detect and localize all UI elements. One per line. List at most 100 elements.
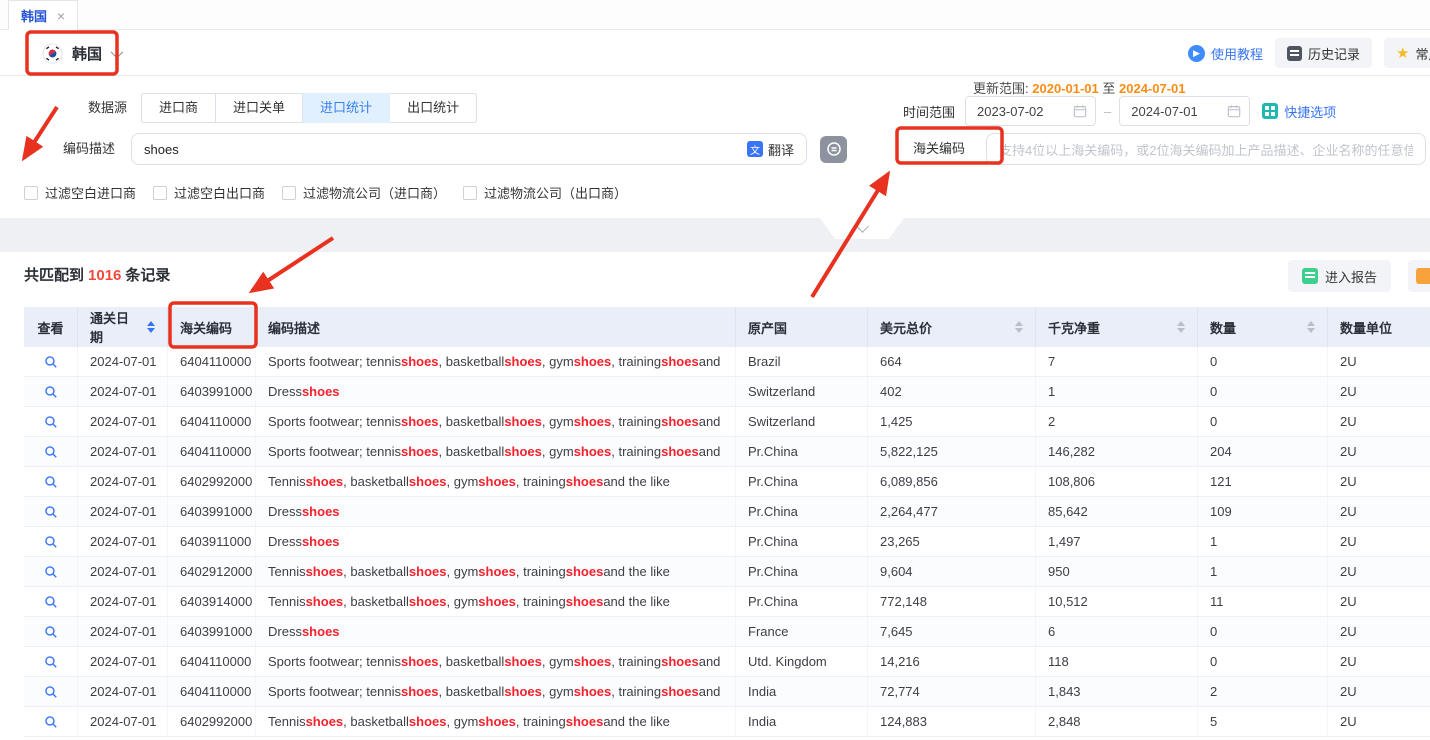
cell-hs-code: 6402992000 — [168, 467, 256, 496]
view-detail-button[interactable] — [44, 685, 58, 699]
panel-divider-band — [0, 218, 1430, 252]
cell-country: Pr.China — [736, 557, 868, 586]
cell-quantity-unit: 2U — [1328, 527, 1430, 556]
column-header-6[interactable]: 千克净重 — [1036, 307, 1198, 347]
cell-date: 2024-07-01 — [78, 377, 168, 406]
code-desc-value: shoes — [144, 142, 747, 157]
filter-panel: 数据源 进口商进口关单进口统计出口统计 更新范围: 2020-01-01 至 2… — [0, 76, 1430, 218]
highlighted-keyword: shoes — [504, 414, 542, 429]
view-detail-button[interactable] — [44, 535, 58, 549]
cell-net-weight: 1 — [1036, 377, 1198, 406]
highlighted-keyword: shoes — [504, 444, 542, 459]
favorites-button[interactable]: ★ 常用条 — [1384, 38, 1430, 68]
highlighted-keyword: shoes — [409, 474, 447, 489]
highlighted-keyword: shoes — [401, 444, 439, 459]
view-magnifier-icon — [44, 595, 58, 609]
highlighted-keyword: shoes — [566, 474, 604, 489]
view-detail-button[interactable] — [44, 445, 58, 459]
cell-net-weight: 1,497 — [1036, 527, 1198, 556]
cell-view — [24, 437, 78, 466]
cell-view — [24, 617, 78, 646]
cell-usd-total: 6,089,856 — [868, 467, 1036, 496]
sort-arrows-icon[interactable] — [1007, 321, 1023, 333]
cell-quantity: 109 — [1198, 497, 1328, 526]
column-header-2: 海关编码 — [168, 307, 256, 347]
table-row: 2024-07-016404110000Sports footwear; ten… — [24, 347, 1430, 377]
sort-arrows-icon[interactable] — [139, 321, 155, 333]
column-label: 查看 — [37, 318, 63, 337]
highlighted-keyword: shoes — [574, 444, 612, 459]
exact-match-button[interactable] — [820, 136, 847, 163]
cell-quantity-unit: 2U — [1328, 347, 1430, 376]
datasource-segmented-control: 进口商进口关单进口统计出口统计 — [141, 93, 477, 123]
time-range-label: 时间范围 — [903, 102, 955, 121]
cell-usd-total: 772,148 — [868, 587, 1036, 616]
filter-checkbox-1[interactable]: 过滤空白出口商 — [153, 183, 265, 202]
checkbox-icon[interactable] — [24, 186, 38, 200]
quick-options-button[interactable]: 快捷选项 — [1262, 102, 1336, 121]
country-selector[interactable]: 韩国 — [42, 30, 120, 76]
enter-report-button[interactable]: 进入报告 — [1288, 260, 1391, 292]
checkbox-icon[interactable] — [153, 186, 167, 200]
highlighted-keyword: shoes — [661, 654, 699, 669]
view-detail-button[interactable] — [44, 415, 58, 429]
column-label: 美元总价 — [880, 318, 932, 337]
table-row: 2024-07-016403914000Tennis shoes, basket… — [24, 587, 1430, 617]
column-header-5[interactable]: 美元总价 — [868, 307, 1036, 347]
table-row: 2024-07-016402992000Tennis shoes, basket… — [24, 467, 1430, 497]
checkbox-icon[interactable] — [463, 186, 477, 200]
column-header-1[interactable]: 通关日期 — [78, 307, 168, 347]
filter-checkbox-0[interactable]: 过滤空白进口商 — [24, 183, 136, 202]
view-magnifier-icon — [44, 625, 58, 639]
filter-checkbox-2[interactable]: 过滤物流公司（进口商） — [282, 183, 446, 202]
view-detail-button[interactable] — [44, 385, 58, 399]
column-header-7[interactable]: 数量 — [1198, 307, 1328, 347]
cell-date: 2024-07-01 — [78, 437, 168, 466]
cell-description: Sports footwear; tennis shoes, basketbal… — [256, 677, 736, 706]
view-detail-button[interactable] — [44, 625, 58, 639]
translate-button[interactable]: 文 翻译 — [747, 140, 794, 159]
cell-hs-code: 6402992000 — [168, 707, 256, 736]
checkbox-icon[interactable] — [282, 186, 296, 200]
view-magnifier-icon — [44, 655, 58, 669]
highlighted-keyword: shoes — [401, 654, 439, 669]
hs-code-input[interactable]: 支持4位以上海关编码，或2位海关编码加上产品描述、企业名称的任意信息 — [986, 133, 1426, 165]
cell-view — [24, 407, 78, 436]
filter-checkbox-3[interactable]: 过滤物流公司（出口商） — [463, 183, 627, 202]
datasource-option-1[interactable]: 进口关单 — [216, 93, 303, 123]
export-button-partial[interactable] — [1408, 260, 1430, 292]
view-detail-button[interactable] — [44, 355, 58, 369]
cell-country: Pr.China — [736, 587, 868, 616]
code-desc-input[interactable]: shoes 文 翻译 — [131, 133, 807, 165]
tab-korea[interactable]: 韩国 × — [8, 0, 78, 30]
date-end-input[interactable]: 2024-07-01 — [1119, 96, 1250, 126]
view-detail-button[interactable] — [44, 565, 58, 579]
highlighted-keyword: shoes — [302, 384, 340, 399]
datasource-option-3[interactable]: 出口统计 — [390, 93, 477, 123]
history-button[interactable]: 历史记录 — [1275, 38, 1372, 68]
cell-usd-total: 7,645 — [868, 617, 1036, 646]
datasource-option-0[interactable]: 进口商 — [141, 93, 216, 123]
view-detail-button[interactable] — [44, 595, 58, 609]
cell-net-weight: 146,282 — [1036, 437, 1198, 466]
tab-close-icon[interactable]: × — [57, 8, 65, 24]
date-start-input[interactable]: 2023-07-02 — [965, 96, 1096, 126]
results-summary: 共匹配到1016条记录 — [24, 264, 170, 285]
header-actions: ▶ 使用教程 历史记录 ★ 常用条 — [1188, 37, 1430, 69]
datasource-option-2[interactable]: 进口统计 — [303, 93, 390, 123]
view-detail-button[interactable] — [44, 655, 58, 669]
cell-quantity-unit: 2U — [1328, 407, 1430, 436]
sort-arrows-icon[interactable] — [1299, 321, 1315, 333]
cell-view — [24, 377, 78, 406]
view-detail-button[interactable] — [44, 505, 58, 519]
highlighted-keyword: shoes — [504, 684, 542, 699]
tutorial-button[interactable]: ▶ 使用教程 — [1188, 44, 1263, 63]
column-label: 通关日期 — [90, 308, 139, 346]
view-detail-button[interactable] — [44, 475, 58, 489]
filter-checkboxes: 过滤空白进口商过滤空白出口商过滤物流公司（进口商） 过滤物流公司（出口商） — [24, 183, 627, 202]
cell-description: Sports footwear; tennis shoes, basketbal… — [256, 437, 736, 466]
column-header-8: 数量单位 — [1328, 307, 1430, 347]
cell-net-weight: 2,848 — [1036, 707, 1198, 736]
view-detail-button[interactable] — [44, 715, 58, 729]
sort-arrows-icon[interactable] — [1169, 321, 1185, 333]
